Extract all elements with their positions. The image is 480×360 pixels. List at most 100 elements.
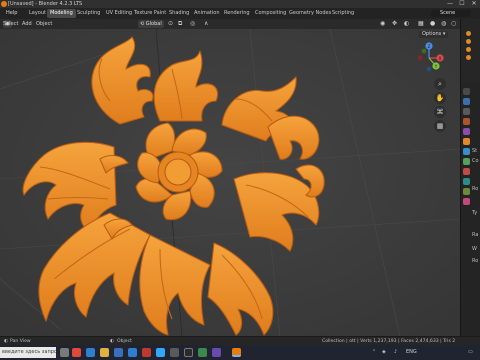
3d-viewport[interactable]: Options ▾ X Z Y ⌕ ✋ ⌘ ▦ — [0, 29, 460, 336]
scene-label: Scene — [440, 10, 456, 16]
tool-tab-icon[interactable] — [463, 88, 470, 95]
shading-rendered-icon[interactable]: ○ — [451, 20, 456, 28]
zoom-icon[interactable]: ⌕ — [434, 78, 446, 90]
modifier-tab-icon[interactable] — [463, 148, 470, 155]
edge-icon[interactable] — [86, 348, 95, 357]
menu-add[interactable]: Add — [22, 21, 32, 27]
tab-shading[interactable]: Shading — [166, 9, 192, 18]
tab-rendering[interactable]: Rendering — [221, 9, 253, 18]
output-tab-icon[interactable] — [463, 108, 470, 115]
prop-row: Ro — [472, 258, 479, 264]
hand-pan-icon[interactable]: ✋ — [434, 92, 446, 104]
gizmo-toggle-icon[interactable]: ✥ — [392, 20, 397, 28]
menu-select[interactable]: Select — [3, 21, 18, 27]
gizmo-neg-y[interactable] — [421, 48, 427, 54]
network-icon[interactable]: ◈ — [382, 349, 386, 355]
snap-icon[interactable]: ⧉ — [178, 20, 182, 28]
menu-object[interactable]: Object — [36, 21, 52, 27]
input-language[interactable]: ENG — [406, 349, 417, 355]
scene-tab-icon[interactable] — [463, 118, 470, 125]
blender-icon[interactable] — [232, 348, 241, 357]
data-tab-icon[interactable] — [463, 188, 470, 195]
photoshop-icon[interactable] — [156, 348, 165, 357]
scene-selector[interactable]: Scene — [431, 10, 471, 17]
prop-row: Ro — [472, 186, 479, 192]
file-explorer-icon[interactable] — [100, 348, 109, 357]
navigation-gizmo[interactable]: X Z Y — [412, 41, 446, 75]
world-tab-icon[interactable] — [463, 128, 470, 135]
falloff-icon[interactable]: ∧ — [204, 20, 208, 28]
physics-tab-icon[interactable] — [463, 168, 470, 175]
prop-row: W — [472, 246, 477, 252]
object-tab-icon[interactable] — [463, 138, 470, 145]
notifications-icon[interactable]: ▭ — [468, 349, 473, 355]
tab-texture-paint[interactable]: Texture Paint — [131, 9, 169, 18]
visibility-icon[interactable]: ◉ — [380, 20, 385, 28]
tab-modeling[interactable]: Modeling — [47, 9, 76, 18]
overlays-icon[interactable]: ◐ — [404, 20, 409, 28]
properties-panel: St Co Ro Ty Ra W Ro — [460, 82, 480, 336]
prop-row: Ra — [472, 232, 479, 238]
outliner-row[interactable] — [463, 39, 479, 45]
task-view-icon[interactable] — [60, 348, 69, 357]
prop-row: Co — [472, 158, 479, 164]
shading-solid-icon[interactable]: ● — [430, 20, 435, 28]
status-middle-hint: Object — [117, 339, 132, 344]
material-tab-icon[interactable] — [463, 198, 470, 205]
tab-geometry-nodes[interactable]: Geometry Nodes — [286, 9, 334, 18]
outliner-row[interactable] — [463, 47, 479, 53]
proportional-edit-icon[interactable]: ◎ — [190, 20, 195, 28]
notes-icon[interactable] — [212, 348, 221, 357]
shading-material-icon[interactable]: ◍ — [441, 20, 446, 28]
chrome-icon[interactable] — [72, 348, 81, 357]
gizmo-neg-x[interactable] — [417, 55, 423, 61]
os-taskbar: введите здесь запрос ⌃ ◈ ♪ ENG ▭ — [0, 345, 480, 360]
outliner-panel — [460, 19, 480, 82]
terminal-icon[interactable] — [184, 348, 193, 357]
tab-animation[interactable]: Animation — [191, 9, 223, 18]
close-button[interactable]: ✕ — [468, 0, 480, 8]
media-icon[interactable] — [198, 348, 207, 357]
volume-icon[interactable]: ♪ — [394, 349, 397, 355]
camera-icon[interactable]: ⌘ — [434, 106, 446, 118]
gizmo-neg-z[interactable] — [426, 66, 432, 72]
collection-icon — [466, 31, 471, 36]
tab-sculpting[interactable]: Sculpting — [74, 9, 103, 18]
mail-icon[interactable] — [114, 348, 123, 357]
top-bar: Help Layout Modeling Sculpting UV Editin… — [0, 8, 480, 19]
outliner-row[interactable] — [463, 31, 479, 37]
scene-statistics: Collection | ott | Verts 1,237,193 | Fac… — [322, 339, 456, 344]
tab-scripting[interactable]: Scripting — [329, 9, 357, 18]
options-dropdown[interactable]: Options ▾ — [419, 31, 449, 38]
status-bar: ◐ Pan View ◐ Object Collection | ott | V… — [0, 336, 480, 345]
object-icon — [466, 47, 471, 52]
transform-orientation-select[interactable]: ⟲ Global — [138, 20, 164, 28]
viewport-header: ▣ Select Add Object ⟲ Global ⊙ ⧉ ◎ ∧ ◉ ✥… — [0, 19, 460, 29]
particles-tab-icon[interactable] — [463, 158, 470, 165]
tab-compositing[interactable]: Compositing — [252, 9, 289, 18]
constraints-tab-icon[interactable] — [463, 178, 470, 185]
prop-row: St — [472, 148, 478, 154]
outliner-row[interactable] — [463, 55, 479, 61]
calculator-icon[interactable] — [170, 348, 179, 357]
taskbar-search-input[interactable]: введите здесь запрос — [0, 347, 56, 358]
acrobat-icon[interactable] — [142, 348, 151, 357]
window-titlebar: [Unsaved] - Blender 4.2.3 LTS — ☐ ✕ — [0, 0, 480, 8]
xray-icon[interactable]: ▦ — [418, 20, 424, 28]
render-tab-icon[interactable] — [463, 98, 470, 105]
grid-icon[interactable]: ▦ — [434, 120, 446, 132]
blender-logo-icon — [1, 1, 7, 7]
pivot-icon[interactable]: ⊙ — [168, 20, 173, 28]
maximize-button[interactable]: ☐ — [456, 0, 468, 8]
object-icon — [466, 39, 471, 44]
minimize-button[interactable]: — — [444, 0, 456, 8]
status-mouse-icon: ◐ — [110, 339, 115, 344]
gizmo-z-label: Z — [427, 44, 430, 50]
object-icon — [466, 55, 471, 60]
tab-layout[interactable]: Layout — [26, 9, 49, 18]
orientation-value: Global — [145, 21, 162, 27]
tray-chevron-icon[interactable]: ⌃ — [372, 349, 376, 355]
store-icon[interactable] — [128, 348, 137, 357]
gizmo-x-label: X — [438, 56, 441, 62]
menu-help[interactable]: Help — [6, 10, 17, 16]
